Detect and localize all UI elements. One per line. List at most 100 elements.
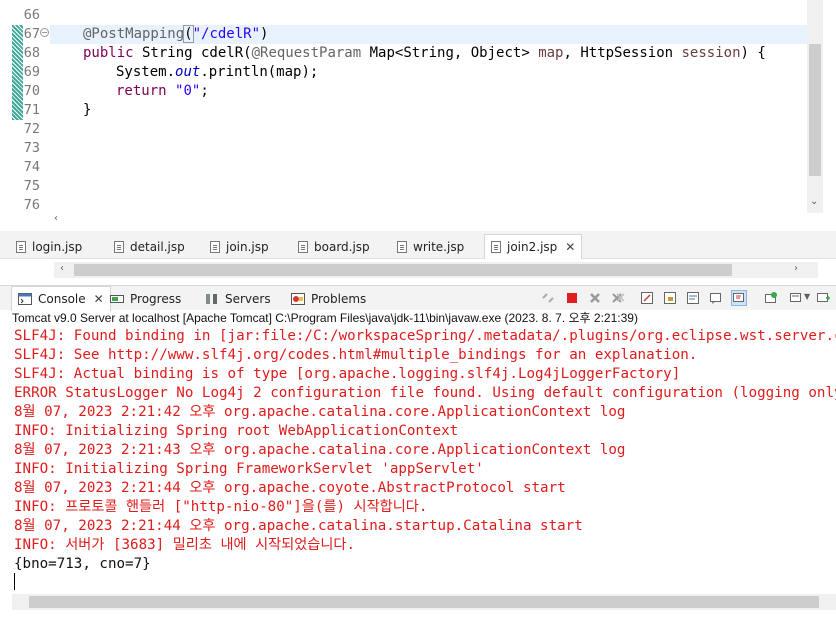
tab-servers[interactable]: Servers (205, 286, 271, 311)
console-line: {bno=713, cno=7} (14, 556, 151, 572)
code-line-67[interactable]: @PostMapping("/cdelR") (83, 25, 268, 44)
tab-label: Console (38, 292, 86, 306)
scroll-left-arrow-icon[interactable]: ‹ (54, 213, 58, 224)
bottom-view-tab-bar: Console ✕ Progress Servers Problems ▼ (0, 285, 836, 311)
console-line: INFO: 프로토콜 핸들러 ["http-nio-80"]을(를) 시작합니다… (14, 499, 428, 515)
tab-join2-jsp[interactable]: join2.jsp ✕ (484, 234, 583, 259)
close-icon[interactable]: ✕ (565, 240, 575, 254)
parameter-token: session (681, 45, 741, 61)
console-line: SLF4J: Found binding in [jar:file:/C:/wo… (14, 328, 836, 344)
remove-all-terminated-icon[interactable] (611, 291, 625, 305)
console-output[interactable]: SLF4J: Found binding in [jar:file:/C:/wo… (0, 326, 836, 594)
tab-label: join.jsp (226, 239, 269, 254)
line-number: 66 (23, 7, 40, 23)
display-selected-console-icon[interactable] (789, 291, 803, 305)
console-line: 8월 07, 2023 2:21:43 오후 org.apache.catali… (14, 442, 626, 458)
open-console-icon[interactable] (816, 291, 830, 305)
annotation-token: @RequestParam (251, 45, 362, 61)
fold-collapse-icon[interactable]: − (40, 28, 49, 37)
jsp-file-icon (397, 240, 407, 253)
terminate-icon[interactable] (565, 291, 579, 305)
console-horizontal-scrollbar[interactable] (12, 594, 836, 610)
line-number: 71 (23, 102, 40, 118)
tab-label: Progress (130, 291, 182, 306)
string-token: "0" (175, 83, 201, 99)
show-on-stderr-icon[interactable] (731, 290, 747, 306)
code-token: String cdelR( (133, 45, 252, 61)
keyword-token: return (116, 83, 167, 99)
code-editor[interactable]: 66 67 68 69 70 71 72 73 74 75 76 − @Post… (0, 0, 836, 228)
tab-progress[interactable]: Progress (110, 286, 181, 311)
tab-label: login.jsp (32, 239, 83, 254)
console-line: ERROR StatusLogger No Log4j 2 configurat… (14, 385, 836, 401)
keyword-token: public (83, 45, 134, 61)
scroll-thumb[interactable] (809, 44, 821, 176)
console-line: SLF4J: See http://www.slf4j.org/codes.ht… (14, 347, 698, 363)
console-line: SLF4J: Actual binding is of type [org.ap… (14, 366, 681, 382)
editor-horizontal-scrollbar[interactable]: ‹ (50, 213, 807, 228)
code-text-area[interactable]: @PostMapping("/cdelR") public String cde… (50, 0, 807, 213)
clear-console-icon[interactable] (640, 291, 654, 305)
bracket-token: ( (183, 25, 194, 43)
jsp-file-icon (491, 241, 501, 253)
tab-problems[interactable]: Problems (291, 286, 366, 311)
line-number: 73 (23, 140, 40, 156)
console-line: INFO: Initializing Spring FrameworkServl… (14, 461, 484, 477)
tab-label: Servers (225, 291, 271, 306)
console-line: INFO: 서버가 [3683] 밀리초 내에 시작되었습니다. (14, 537, 355, 553)
show-on-stdout-icon[interactable] (709, 291, 723, 305)
line-number: 67 (23, 26, 40, 42)
line-number: 74 (23, 159, 40, 175)
tab-join-jsp[interactable]: join.jsp (210, 234, 269, 259)
close-icon[interactable]: ✕ (94, 292, 104, 306)
tab-label: write.jsp (413, 239, 465, 254)
overview-ruler (0, 0, 12, 213)
servers-icon (206, 293, 217, 304)
editor-vertical-scrollbar[interactable]: ⌄ (807, 0, 823, 213)
parameter-token: map (538, 45, 564, 61)
scroll-left-arrow-icon[interactable]: ‹ (60, 263, 64, 274)
editor-tab-bar: login.jsp detail.jsp join.jsp board.jsp … (0, 231, 836, 259)
console-process-label: Tomcat v9.0 Server at localhost [Apache … (12, 311, 638, 325)
tab-label: join2.jsp (507, 240, 558, 254)
scroll-down-arrow-icon[interactable]: ⌄ (810, 196, 818, 207)
chevron-down-icon[interactable]: ▼ (804, 292, 810, 301)
problems-icon (291, 292, 305, 305)
code-line-68[interactable]: public String cdelR(@RequestParam Map<St… (83, 44, 766, 63)
progress-icon (110, 294, 124, 303)
disconnect-icon[interactable] (541, 291, 555, 305)
static-field-token: out (175, 64, 201, 80)
secondary-horizontal-scrollbar[interactable]: ‹ › (54, 262, 818, 278)
code-token: Map<String, Object> (361, 45, 539, 61)
code-line-69[interactable]: System.out.println(map); (116, 63, 318, 82)
remove-launch-icon[interactable] (588, 291, 602, 305)
line-number: 68 (23, 45, 40, 61)
console-line: INFO: Initializing Spring root WebApplic… (14, 423, 459, 439)
scroll-thumb[interactable] (29, 596, 819, 608)
jsp-file-icon (114, 240, 124, 253)
tab-login-jsp[interactable]: login.jsp (16, 234, 82, 259)
pin-console-icon[interactable] (764, 291, 778, 305)
tab-board-jsp[interactable]: board.jsp (298, 234, 370, 259)
code-token: , HttpSession (563, 45, 682, 61)
tab-label: detail.jsp (130, 239, 185, 254)
code-line-71[interactable]: } (83, 101, 91, 120)
word-wrap-icon[interactable] (686, 291, 700, 305)
console-icon (18, 293, 32, 305)
line-number: 70 (23, 83, 40, 99)
tab-detail-jsp[interactable]: detail.jsp (114, 234, 185, 259)
bracket-token: ) (260, 26, 269, 42)
scroll-lock-icon[interactable] (663, 291, 677, 305)
jsp-file-icon (298, 240, 308, 253)
string-token: "/cdelR" (192, 26, 261, 42)
scroll-right-arrow-icon[interactable]: › (794, 263, 798, 274)
code-line-70[interactable]: return "0"; (116, 82, 209, 101)
tab-label: Problems (311, 291, 367, 306)
tab-write-jsp[interactable]: write.jsp (397, 234, 464, 259)
code-token: .println(map); (200, 64, 319, 80)
line-number: 69 (23, 64, 40, 80)
scroll-thumb[interactable] (74, 264, 732, 276)
tab-console[interactable]: Console ✕ (11, 286, 111, 311)
code-token: ) { (740, 45, 766, 61)
